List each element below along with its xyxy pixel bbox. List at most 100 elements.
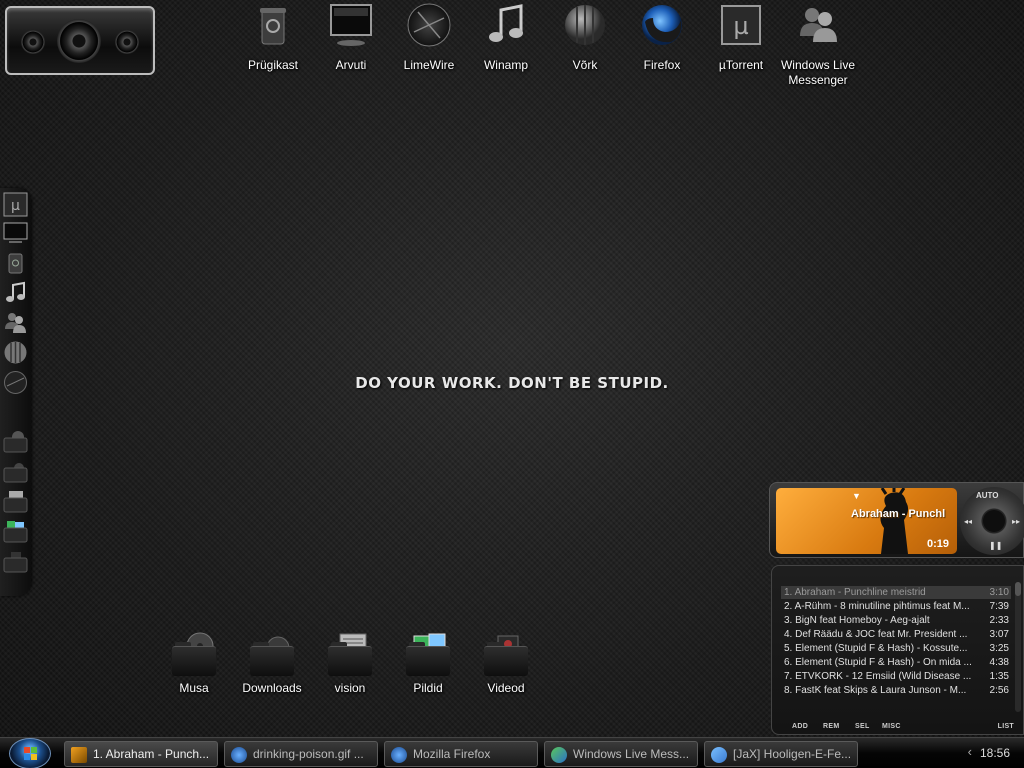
control-wheel[interactable]: AUTO ◂◂ ▸▸ ❚❚ <box>960 487 1024 555</box>
desktop-icon-computer[interactable]: Arvuti <box>311 2 391 73</box>
speaker-widget[interactable] <box>5 6 155 75</box>
desktop-icon-limewire[interactable]: LimeWire <box>389 2 469 73</box>
playlist-misc-button[interactable]: MISC <box>882 723 901 730</box>
dock-limewire-icon[interactable] <box>3 370 28 395</box>
network-globe-icon <box>565 5 605 45</box>
dock-utorrent-icon[interactable]: µ <box>3 192 28 217</box>
taskbar-clock[interactable]: 18:56 <box>980 746 1010 760</box>
windows-logo-icon <box>24 747 37 760</box>
dock-downloads-folder-icon[interactable] <box>3 458 28 483</box>
pictures-folder-icon <box>406 632 450 676</box>
track-duration: 3:25 <box>989 643 1009 654</box>
desktop-icon-recycle-bin[interactable]: Prügikast <box>233 2 313 73</box>
playlist-add-button[interactable]: ADD <box>792 723 808 730</box>
playlist-list-button[interactable]: LIST <box>998 723 1014 730</box>
track-title: 5. Element (Stupid F & Hash) - Kossute..… <box>784 643 968 654</box>
dock-network-icon[interactable] <box>3 340 28 365</box>
playlist-item[interactable]: 2. A-Rühm - 8 minutiline pihtimus feat M… <box>781 600 1011 613</box>
now-playing-title: Abraham - Punchl <box>851 508 946 520</box>
desktop-icon-label: Prügikast <box>247 58 299 72</box>
firefox-icon <box>231 747 247 763</box>
downloads-folder-icon <box>250 632 294 676</box>
speaker-center-icon <box>57 19 101 63</box>
wallpaper-motto: DO YOUR WORK. DON'T BE STUPID. <box>355 374 669 392</box>
dock-recycle-bin-icon[interactable] <box>3 250 28 275</box>
taskbar-button-label: 1. Abraham - Punch... <box>93 747 210 761</box>
firefox-icon <box>642 5 682 45</box>
computer-monitor-icon <box>330 4 372 46</box>
taskbar-button-mozilla-firefox[interactable]: Mozilla Firefox <box>384 741 538 767</box>
desktop-icon-label: Winamp <box>483 58 528 72</box>
desktop-icon-label: LimeWire <box>403 58 455 72</box>
playlist-item[interactable]: 7. ETVKORK - 12 Emsiid (Wild Disease ...… <box>781 670 1011 683</box>
track-duration: 2:56 <box>989 685 1009 696</box>
taskbar-button-messenger[interactable]: Windows Live Mess... <box>544 741 698 767</box>
desktop-folder-vision[interactable]: vision <box>315 632 385 696</box>
dock-messenger-icon[interactable] <box>3 310 28 335</box>
track-title: 7. ETVKORK - 12 Emsiid (Wild Disease ... <box>784 671 972 682</box>
track-duration: 3:10 <box>989 587 1009 598</box>
folder-label: Musa <box>179 681 209 695</box>
show-hidden-icons-arrow-icon[interactable]: ‹ <box>968 744 972 759</box>
dropdown-arrow-icon[interactable]: ▼ <box>852 491 861 501</box>
playlist-select-button[interactable]: SEL <box>855 723 870 730</box>
playlist-item[interactable]: 1. Abraham - Punchline meistrid 3:10 <box>781 586 1011 599</box>
playlist-item[interactable]: 3. BigN feat Homeboy - Aeg-ajalt 2:33 <box>781 614 1011 627</box>
album-art-panel[interactable]: ▼ Abraham - Punchl 0:19 <box>776 488 957 554</box>
pause-icon[interactable]: ❚❚ <box>989 541 1002 550</box>
folder-label: Downloads <box>242 681 302 695</box>
desktop-folder-musa[interactable]: Musa <box>159 632 229 696</box>
start-button[interactable] <box>9 738 51 768</box>
desktop-icon-network[interactable]: Võrk <box>545 2 625 73</box>
svg-text:µ: µ <box>11 198 20 214</box>
playlist-item[interactable]: 4. Def Räädu & JOC feat Mr. President ..… <box>781 628 1011 641</box>
playlist-item[interactable]: 8. FastK feat Skips & Laura Junson - M..… <box>781 684 1011 697</box>
playlist-remove-button[interactable]: REM <box>823 723 839 730</box>
desktop-icon-utorrent[interactable]: µ µTorrent <box>701 2 781 73</box>
taskbar-button-label: Windows Live Mess... <box>573 747 690 761</box>
track-title: 2. A-Rühm - 8 minutiline pihtimus feat M… <box>784 601 970 612</box>
center-button[interactable] <box>983 510 1005 532</box>
playlist-panel: 1. Abraham - Punchline meistrid 3:10 2. A… <box>771 565 1024 735</box>
dock-videos-folder-icon[interactable] <box>3 548 28 573</box>
auto-label[interactable]: AUTO <box>976 491 999 500</box>
previous-track-icon[interactable]: ◂◂ <box>964 517 972 526</box>
taskbar-button-firefox-image[interactable]: drinking-poison.gif ... <box>224 741 378 767</box>
dock-pictures-folder-icon[interactable] <box>3 518 28 543</box>
desktop-icon-label: µTorrent <box>718 58 764 72</box>
folder-label: Videod <box>487 681 525 695</box>
desktop-icon-winamp[interactable]: Winamp <box>466 2 546 73</box>
svg-text:µ: µ <box>733 12 748 40</box>
track-title: 4. Def Räädu & JOC feat Mr. President ..… <box>784 629 968 640</box>
speaker-right-icon <box>115 30 139 54</box>
artist-silhouette-icon <box>880 488 909 554</box>
elapsed-time: 0:19 <box>926 538 949 550</box>
playlist-item[interactable]: 6. Element (Stupid F & Hash) - On mida .… <box>781 656 1011 669</box>
track-duration: 4:38 <box>989 657 1009 668</box>
taskbar: 1. Abraham - Punch... drinking-poison.gi… <box>0 737 1024 768</box>
desktop-icon-label: Arvuti <box>335 58 367 72</box>
desktop-icon-label: Firefox <box>643 58 681 72</box>
desktop-folder-videod[interactable]: Videod <box>471 632 541 696</box>
taskbar-button-chat[interactable]: [JaX] Hooligen-E-Fe... <box>704 741 858 767</box>
desktop-icon-messenger[interactable]: Windows Live Messenger <box>778 2 858 88</box>
desktop-folder-pildid[interactable]: Pildid <box>393 632 463 696</box>
dock-winamp-icon[interactable] <box>3 280 28 305</box>
videos-folder-icon <box>484 632 528 676</box>
desktop-icon-firefox[interactable]: Firefox <box>622 2 702 73</box>
track-title: 1. Abraham - Punchline meistrid <box>784 587 926 598</box>
dock-computer-icon[interactable] <box>3 220 28 245</box>
next-track-icon[interactable]: ▸▸ <box>1012 517 1020 526</box>
playlist-item[interactable]: 5. Element (Stupid F & Hash) - Kossute..… <box>781 642 1011 655</box>
dock-vision-folder-icon[interactable] <box>3 488 28 513</box>
taskbar-button-winamp[interactable]: 1. Abraham - Punch... <box>64 741 218 767</box>
dock-music-folder-icon[interactable] <box>3 428 28 453</box>
track-title: 8. FastK feat Skips & Laura Junson - M..… <box>784 685 967 696</box>
desktop-folder-downloads[interactable]: Downloads <box>237 632 307 696</box>
messenger-icon <box>551 747 567 763</box>
track-duration: 3:07 <box>989 629 1009 640</box>
scrollbar-thumb[interactable] <box>1015 582 1021 596</box>
playlist-scrollbar[interactable] <box>1015 582 1021 712</box>
folder-label: vision <box>334 681 366 695</box>
utorrent-icon: µ <box>721 5 761 45</box>
